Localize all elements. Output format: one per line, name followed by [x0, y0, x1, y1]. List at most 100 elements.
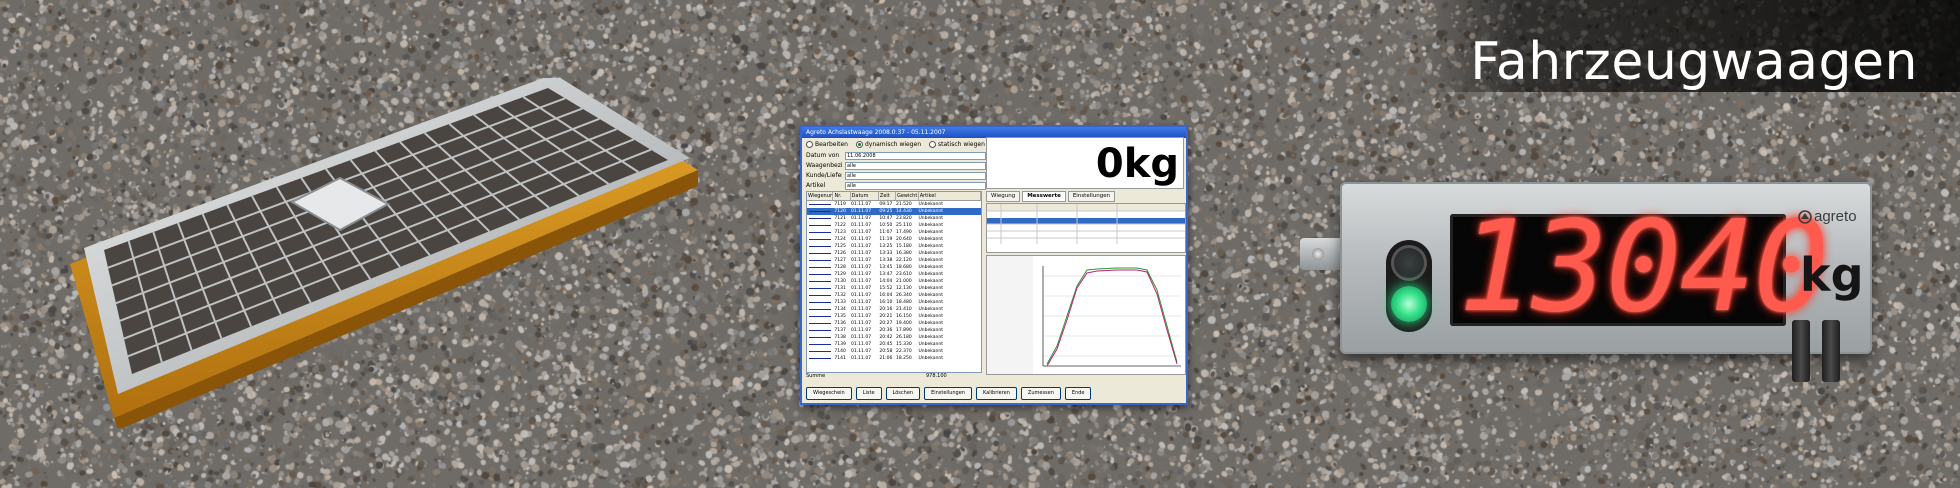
row-artikel: Unbekannt — [918, 307, 943, 312]
row-zeit: 20:36 — [879, 328, 893, 333]
mode-edit[interactable]: Bearbeiten — [806, 141, 848, 148]
table-row[interactable]: 7132 01.11.07 16:04 26.340 Unbekannt — [807, 292, 981, 299]
mode-dynamic[interactable]: dynamisch wiegen — [855, 141, 921, 148]
row-datum: 01.11.07 — [851, 272, 872, 277]
table-row[interactable]: 7119 01.11.07 09:17 21.520 Unbekannt — [807, 201, 981, 208]
table-row[interactable]: 7122 01.11.07 10:50 25.110 Unbekannt — [807, 222, 981, 229]
row-nr: 7137 — [834, 328, 846, 333]
weighing-list[interactable]: Wiegenummer Nr. Datum Zeit Gewicht Artik… — [806, 191, 982, 373]
direction-arrow-icon — [807, 229, 833, 236]
direction-arrow-icon — [807, 348, 833, 355]
row-datum: 01.11.07 — [851, 202, 872, 207]
row-zeit: 09:25 — [879, 209, 893, 214]
exit-button[interactable]: Ende — [1064, 387, 1092, 400]
direction-arrow-icon — [807, 285, 833, 292]
settings-button[interactable]: Einstellungen — [924, 387, 972, 400]
row-datum: 01.11.07 — [851, 223, 872, 228]
table-row[interactable]: 7136 01.11.07 20:27 19.400 Unbekannt — [807, 320, 981, 327]
row-gewicht: 14.430 — [895, 209, 912, 214]
list-header: Wiegenummer Nr. Datum Zeit Gewicht Artik… — [807, 192, 981, 201]
table-row[interactable]: 7138 01.11.07 20:42 26.180 Unbekannt — [807, 334, 981, 341]
direction-arrow-icon — [807, 355, 833, 362]
measure-button[interactable]: Zumessen — [1020, 387, 1061, 400]
direction-arrow-icon — [807, 243, 833, 250]
mode-selector: Bearbeiten dynamisch wiegen statisch wie… — [806, 141, 985, 148]
filter-row: Waagenbezirkalle — [806, 161, 986, 170]
row-zeit: 20:42 — [879, 335, 893, 340]
tab-einstellungen[interactable]: Einstellungen — [1067, 191, 1116, 202]
row-zeit: 20:27 — [879, 321, 893, 326]
table-row[interactable]: 7133 01.11.07 16:10 18.480 Unbekannt — [807, 299, 981, 306]
radio-icon — [806, 141, 813, 148]
ticket-button[interactable]: Wiegeschein — [806, 387, 852, 400]
list-button[interactable]: Liste — [855, 387, 882, 400]
row-gewicht: 21.410 — [895, 307, 912, 312]
row-nr: 7138 — [834, 335, 846, 340]
row-zeit: 16:10 — [879, 300, 893, 305]
row-datum: 01.11.07 — [851, 265, 872, 270]
row-datum: 01.11.07 — [851, 216, 872, 221]
direction-arrow-icon — [807, 341, 833, 348]
table-row[interactable]: 7140 01.11.07 20:58 22.370 Unbekannt — [807, 348, 981, 355]
table-row[interactable]: 7128 01.11.07 13:45 18.680 Unbekannt — [807, 264, 981, 271]
table-row[interactable]: 7127 01.11.07 13:38 22.120 Unbekannt — [807, 257, 981, 264]
direction-arrow-icon — [807, 299, 833, 306]
table-row[interactable]: 7121 01.11.07 10:47 23.820 Unbekannt — [807, 215, 981, 222]
scale-frame-image — [70, 78, 698, 428]
table-row[interactable]: 7124 01.11.07 11:19 20.640 Unbekannt — [807, 236, 981, 243]
red-lamp-icon — [1391, 245, 1427, 281]
table-row[interactable]: 7129 01.11.07 13:47 23.610 Unbekannt — [807, 271, 981, 278]
axle-table-lines — [987, 204, 1185, 244]
table-row[interactable]: 7130 01.11.07 14:04 21.000 Unbekannt — [807, 278, 981, 285]
green-lamp-icon — [1391, 286, 1427, 322]
row-datum: 01.11.07 — [851, 356, 872, 361]
direction-arrow-icon — [807, 313, 833, 320]
filter-field[interactable]: alle — [845, 161, 986, 170]
mode-static[interactable]: statisch wiegen — [929, 141, 985, 148]
row-nr: 7130 — [834, 279, 846, 284]
row-artikel: Unbekannt — [918, 342, 943, 347]
direction-arrow-icon — [807, 236, 833, 243]
row-gewicht: 17.890 — [895, 328, 912, 333]
row-zeit: 11:07 — [879, 230, 893, 235]
row-gewicht: 19.400 — [895, 321, 912, 326]
table-row[interactable]: 7135 01.11.07 20:21 16.150 Unbekannt — [807, 313, 981, 320]
row-nr: 7128 — [834, 265, 846, 270]
row-artikel: Unbekannt — [918, 328, 943, 333]
table-row[interactable]: 7125 01.11.07 13:25 15.180 Unbekannt — [807, 243, 981, 250]
tab-messwerte[interactable]: Messwerte — [1022, 191, 1066, 202]
direction-arrow-icon — [807, 250, 833, 257]
filter-field[interactable]: alle — [845, 171, 986, 180]
row-gewicht: 16.380 — [895, 251, 912, 256]
row-gewicht: 21.520 — [895, 202, 912, 207]
row-artikel: Unbekannt — [918, 244, 943, 249]
table-row[interactable]: 7120 01.11.07 09:25 14.430 Unbekannt — [807, 208, 981, 215]
table-row[interactable]: 7139 01.11.07 20:45 15.330 Unbekannt — [807, 341, 981, 348]
direction-arrow-icon — [807, 271, 833, 278]
row-zeit: 13:25 — [879, 244, 893, 249]
table-row[interactable]: 7141 01.11.07 21:06 18.250 Unbekannt — [807, 355, 981, 362]
row-gewicht: 16.150 — [895, 314, 912, 319]
delete-button[interactable]: Löschen — [885, 387, 921, 400]
row-datum: 01.11.07 — [851, 342, 872, 347]
row-artikel: Unbekannt — [918, 286, 943, 291]
row-datum: 01.11.07 — [851, 244, 872, 249]
row-zeit: 10:47 — [879, 216, 893, 221]
table-row[interactable]: 7137 01.11.07 20:36 17.890 Unbekannt — [807, 327, 981, 334]
row-artikel: Unbekannt — [918, 314, 943, 319]
table-row[interactable]: 7123 01.11.07 11:07 17.490 Unbekannt — [807, 229, 981, 236]
filter-field[interactable]: 11.06.2008 — [845, 151, 986, 160]
calibrate-button[interactable]: Kalibrieren — [975, 387, 1017, 400]
table-row[interactable]: 7126 01.11.07 13:33 16.380 Unbekannt — [807, 250, 981, 257]
filter-field[interactable]: alle — [845, 181, 986, 190]
table-row[interactable]: 7134 01.11.07 20:16 21.410 Unbekannt — [807, 306, 981, 313]
row-datum: 01.11.07 — [851, 321, 872, 326]
row-nr: 7141 — [834, 356, 846, 361]
row-zeit: 20:45 — [879, 342, 893, 347]
table-row[interactable]: 7131 01.11.07 15:52 12.130 Unbekannt — [807, 285, 981, 292]
row-zeit: 13:33 — [879, 251, 893, 256]
list-rows: 7119 01.11.07 09:17 21.520 Unbekannt 7120 01.1… — [807, 201, 981, 362]
row-artikel: Unbekannt — [918, 209, 943, 214]
tab-wiegung[interactable]: Wiegung — [986, 191, 1021, 202]
axle-table[interactable] — [986, 203, 1186, 253]
